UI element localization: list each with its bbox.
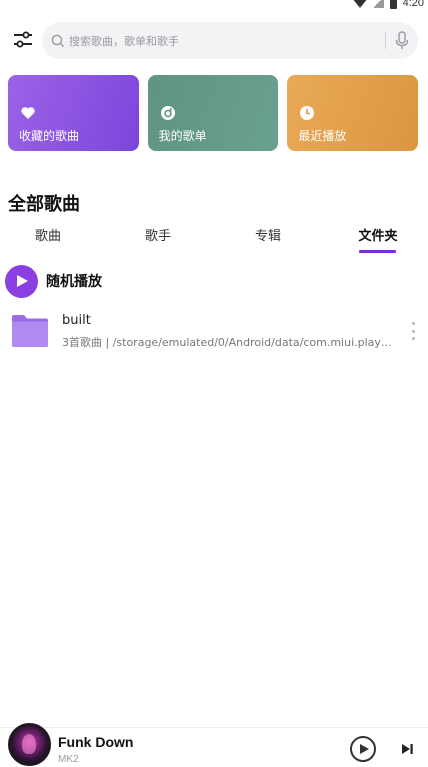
folder-icon (12, 314, 48, 347)
card-label: 收藏的歌曲 (19, 129, 80, 143)
disc-icon (160, 105, 176, 121)
card-label: 我的歌单 (158, 129, 207, 143)
my-playlists-card[interactable]: 我的歌单 (147, 75, 279, 151)
quick-access-cards: 收藏的歌曲 我的歌单 最近播放 (8, 75, 419, 151)
mini-player[interactable]: Funk Down MK2 (0, 723, 428, 767)
list-item[interactable]: built 3首歌曲 | /storage/emulated/0/Android… (0, 305, 428, 357)
play-pause-button[interactable] (350, 736, 376, 762)
search-icon (51, 33, 65, 48)
page-title: 全部歌曲 (8, 194, 80, 215)
folder-info: 3首歌曲 | /storage/emulated/0/Android/data/… (62, 336, 398, 349)
tab-songs[interactable]: 歌曲 (35, 225, 61, 244)
folder-name: built (62, 313, 91, 328)
tab-albums[interactable]: 专辑 (255, 225, 281, 244)
track-title: Funk Down (58, 734, 134, 750)
card-label: 最近播放 (298, 129, 347, 143)
play-icon[interactable] (5, 264, 38, 298)
skip-next-icon[interactable] (400, 741, 414, 755)
status-bar: 4:20 (0, 0, 428, 12)
more-options-icon[interactable] (410, 322, 416, 340)
favorite-songs-card[interactable]: 收藏的歌曲 (8, 75, 139, 151)
no-signal-icon (373, 0, 384, 8)
search-input[interactable]: 搜索歌曲，歌单和歌手 (42, 22, 418, 59)
heart-icon (20, 105, 36, 121)
wifi-icon (351, 0, 368, 8)
status-time: 4:20 (402, 0, 424, 9)
album-art[interactable] (8, 723, 51, 766)
search-placeholder: 搜索歌曲，歌单和歌手 (69, 35, 179, 48)
filter-settings-icon[interactable] (12, 30, 34, 50)
tab-bar: 歌曲 歌手 专辑 文件夹 (0, 225, 428, 255)
clock-icon (299, 105, 315, 121)
recently-played-card[interactable]: 最近播放 (287, 75, 419, 151)
track-artist: MK2 (58, 754, 79, 765)
active-tab-indicator (359, 250, 396, 253)
battery-icon (389, 0, 397, 9)
search-divider (385, 32, 386, 49)
tab-folders[interactable]: 文件夹 (358, 225, 397, 244)
tab-artists[interactable]: 歌手 (145, 225, 171, 244)
shuffle-play-row[interactable]: 随机播放 (5, 264, 102, 298)
header: 搜索歌曲，歌单和歌手 (0, 22, 428, 59)
shuffle-play-label: 随机播放 (46, 274, 102, 290)
microphone-icon[interactable] (395, 31, 409, 50)
